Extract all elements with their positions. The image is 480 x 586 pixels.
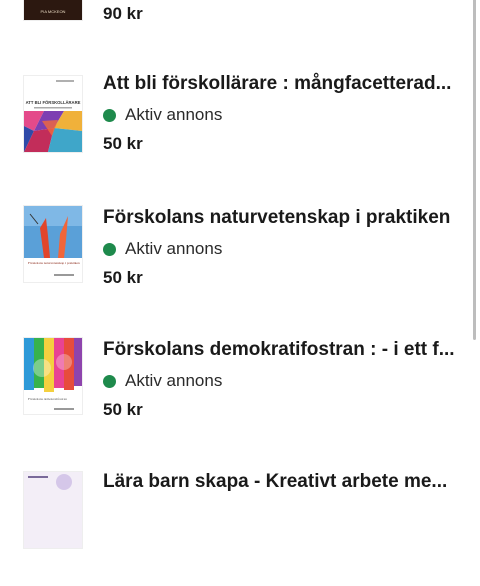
book-cover-image: [24, 472, 82, 548]
cover-text: Förskolans naturvetenskap i praktiken: [28, 261, 80, 265]
book-cover-image: ATT BLI FÖRSKOLLÄRARE: [24, 76, 82, 152]
listing-price: 50 kr: [103, 268, 143, 287]
status-dot-icon: [103, 242, 116, 256]
listing-title[interactable]: Att bli förskollärare : mångfacetterad..…: [103, 72, 458, 96]
listing-title[interactable]: Förskolans naturvetenskap i praktiken: [103, 206, 458, 230]
listing-status: Aktiv annons: [103, 370, 458, 392]
listing-status-text: Aktiv annons: [125, 105, 223, 124]
listing-status-text: Aktiv annons: [125, 239, 223, 258]
status-dot-icon: [103, 374, 116, 388]
listing-item[interactable]: ATT BLI FÖRSKOLLÄRARE Att bli förskollär…: [0, 70, 470, 190]
listing-list: PIA MCKEON 90 kr ATT BLI FÖRSKOLLÄRARE A…: [0, 0, 470, 548]
status-dot-icon: [103, 108, 116, 122]
cover-text: Förskolans demokratifostran: [28, 397, 67, 401]
cover-text: PIA MCKEON: [41, 9, 66, 14]
scrollbar[interactable]: [473, 0, 476, 340]
book-cover-image: PIA MCKEON: [24, 0, 82, 20]
listing-item[interactable]: Förskolans demokratifostran Förskolans d…: [0, 334, 470, 454]
listing-status-text: Aktiv annons: [125, 371, 223, 390]
listing-item[interactable]: Lära barn skapa - Kreativt arbete me...: [0, 466, 470, 586]
listing-title[interactable]: Förskolans demokratifostran : - i ett f.…: [103, 338, 458, 362]
listing-price: 90 kr: [103, 4, 143, 23]
book-cover-image: Förskolans demokratifostran: [24, 338, 82, 414]
book-cover-image: Förskolans naturvetenskap i praktiken: [24, 206, 82, 282]
listing-status: Aktiv annons: [103, 104, 458, 126]
listing-item[interactable]: Förskolans naturvetenskap i praktiken Fö…: [0, 202, 470, 322]
cover-text: ATT BLI FÖRSKOLLÄRARE: [26, 100, 81, 105]
listing-status: Aktiv annons: [103, 238, 458, 260]
listing-price: 50 kr: [103, 400, 143, 419]
listing-title[interactable]: Lära barn skapa - Kreativt arbete me...: [103, 470, 458, 494]
listing-item[interactable]: PIA MCKEON 90 kr: [0, 0, 470, 60]
listing-price: 50 kr: [103, 134, 143, 153]
